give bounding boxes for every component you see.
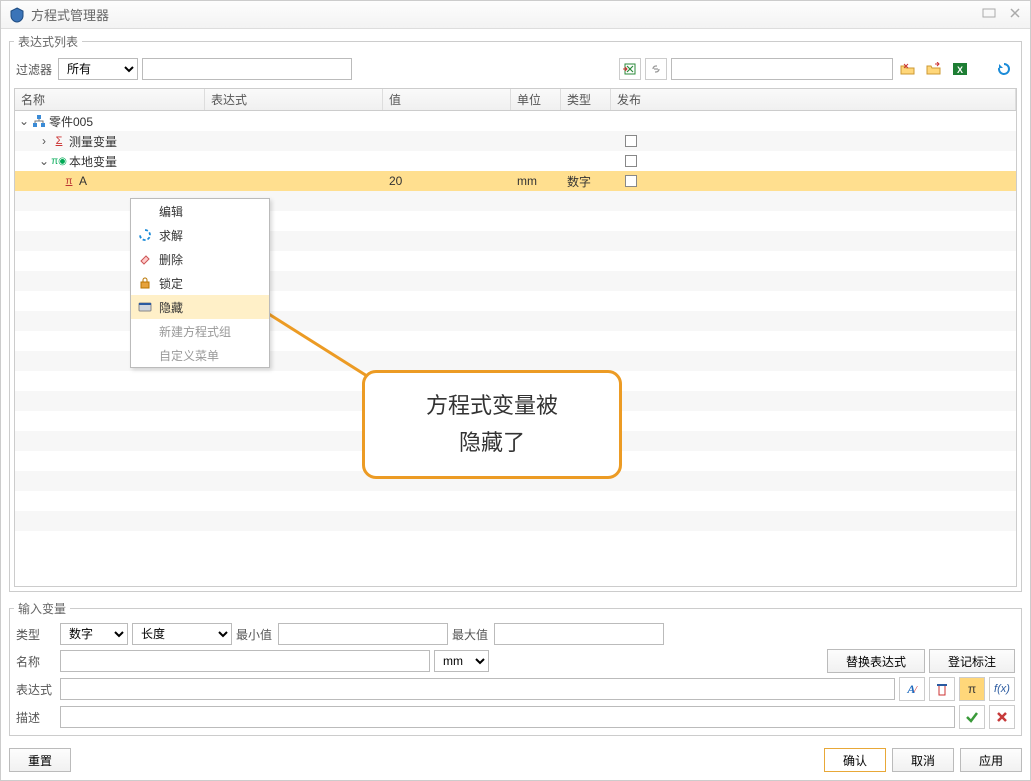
link-path-input[interactable] [671,58,893,80]
min-label: 最小值 [236,626,272,643]
min-input[interactable] [278,623,448,645]
edit-icon [137,203,153,219]
menu-delete[interactable]: 删除 [131,247,269,271]
menu-custom[interactable]: 自定义菜单 [131,343,269,367]
grid-header: 名称 表达式 值 单位 类型 发布 [15,89,1016,111]
expression-input[interactable] [60,678,895,700]
desc-label: 描述 [16,709,54,726]
app-icon [9,7,25,23]
expand-icon[interactable]: ⌄ [19,114,29,128]
font-button[interactable]: A⁄ [899,677,925,701]
max-input[interactable] [494,623,664,645]
dimension-select[interactable]: 长度 [132,623,232,645]
col-expr[interactable]: 表达式 [205,89,383,110]
pi-icon: π [62,174,76,188]
link-button[interactable] [645,58,667,80]
ok-button[interactable]: 确认 [824,748,886,772]
col-value[interactable]: 值 [383,89,511,110]
expand-icon[interactable]: › [39,134,49,148]
callout-line2: 隐藏了 [375,424,609,461]
folder-open-button[interactable] [897,58,919,80]
hide-icon [137,299,153,315]
var-value: 20 [383,174,511,188]
annotation-callout: 方程式变量被 隐藏了 [362,370,622,479]
tree-row-var-a[interactable]: π A 20 mm 数字 [15,171,1016,191]
name-input[interactable] [60,650,430,672]
menu-solve[interactable]: 求解 [131,223,269,247]
measure-button[interactable] [929,677,955,701]
replace-expression-button[interactable]: 替换表达式 [827,649,925,673]
expand-icon[interactable]: ⌄ [39,154,49,168]
filter-select[interactable]: 所有 [58,58,138,80]
var-unit: mm [511,174,561,188]
svg-text:X: X [957,65,963,75]
pi-eye-icon: π◉ [52,154,66,168]
excel-import-button[interactable] [619,58,641,80]
eraser-icon [137,251,153,267]
apply-button[interactable]: 应用 [960,748,1022,772]
menu-hide[interactable]: 隐藏 [131,295,269,319]
var-name: A [79,174,87,188]
reset-button[interactable]: 重置 [9,748,71,772]
type-select[interactable]: 数字 [60,623,128,645]
input-variable-group: 输入变量 类型 数字 长度 最小值 最大值 名称 mm 替换表达式 登记标注 表… [9,600,1022,736]
solve-icon [137,227,153,243]
tree-label: 测量变量 [69,133,117,150]
description-input[interactable] [60,706,955,728]
menu-lock[interactable]: 锁定 [131,271,269,295]
filter-input[interactable] [142,58,352,80]
register-annotation-button[interactable]: 登记标注 [929,649,1015,673]
col-pub[interactable]: 发布 [611,89,1016,110]
menu-edit[interactable]: 编辑 [131,199,269,223]
window-minimize-icon[interactable] [982,6,996,23]
type-label: 类型 [16,626,54,643]
input-variable-legend: 输入变量 [14,600,70,617]
sigma-icon: Σ [52,134,66,148]
expression-list-legend: 表达式列表 [14,33,82,50]
callout-line1: 方程式变量被 [375,387,609,424]
name-label: 名称 [16,653,54,670]
unit-select[interactable]: mm [434,650,489,672]
folder-export-button[interactable] [923,58,945,80]
tree-label: 本地变量 [69,153,117,170]
cancel-button[interactable]: 取消 [892,748,954,772]
window-buttons [982,6,1022,23]
var-type: 数字 [561,173,611,190]
menu-new-group[interactable]: 新建方程式组 [131,319,269,343]
titlebar: 方程式管理器 [1,1,1030,29]
context-menu: 编辑 求解 删除 锁定 隐藏 新建方程式组 自定义菜单 [130,198,270,368]
refresh-button[interactable] [993,58,1015,80]
window-close-icon[interactable] [1008,6,1022,23]
col-unit[interactable]: 单位 [511,89,561,110]
excel-button[interactable]: X [949,58,971,80]
col-type[interactable]: 类型 [561,89,611,110]
tree-row-local[interactable]: ⌄ π◉ 本地变量 [15,151,1016,171]
part-icon [32,114,46,128]
publish-checkbox[interactable] [625,135,637,147]
publish-checkbox[interactable] [625,175,637,187]
equation-manager-window: 方程式管理器 表达式列表 过滤器 所有 [0,0,1031,781]
tree-label: 零件005 [49,113,93,130]
publish-checkbox[interactable] [625,155,637,167]
reject-button[interactable] [989,705,1015,729]
pi-button[interactable]: π [959,677,985,701]
expr-label: 表达式 [16,681,54,698]
window-title: 方程式管理器 [31,5,982,24]
lock-icon [137,275,153,291]
filter-label: 过滤器 [16,61,52,78]
dialog-button-bar: 重置 确认 取消 应用 [1,740,1030,780]
col-name[interactable]: 名称 [15,89,205,110]
tree-row-measure[interactable]: › Σ 测量变量 [15,131,1016,151]
max-label: 最大值 [452,626,488,643]
filter-row: 过滤器 所有 X [14,54,1017,84]
function-button[interactable]: f(x) [989,677,1015,701]
accept-button[interactable] [959,705,985,729]
tree-row-root[interactable]: ⌄ 零件005 [15,111,1016,131]
